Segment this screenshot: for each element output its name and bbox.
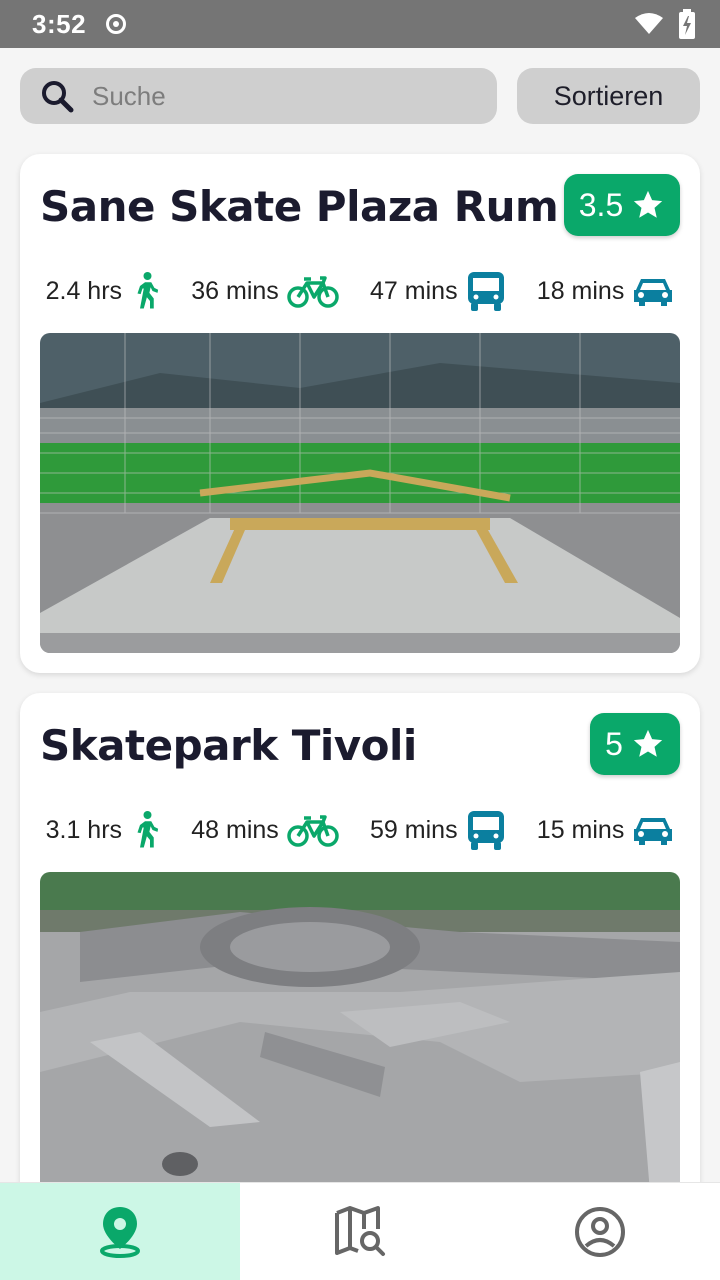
bike-icon: [287, 276, 339, 308]
car-time: 15 mins: [537, 814, 675, 846]
status-time: 3:52: [32, 8, 87, 39]
search-icon: [42, 81, 74, 113]
bike-time: 36 mins: [191, 273, 339, 309]
rating-value: 5: [605, 725, 623, 762]
nav-item-locations[interactable]: [0, 1183, 240, 1280]
park-title: Sane Skate Plaza Rum: [40, 182, 559, 231]
bus-time-label: 59 mins: [370, 815, 458, 844]
walk-icon: [137, 272, 159, 309]
bottom-navigation: [0, 1182, 720, 1280]
rating-badge: 3.5: [564, 174, 680, 236]
car-icon: [634, 279, 673, 306]
status-bar: 3:52: [0, 0, 720, 48]
skatepark-photo-illustration: [40, 333, 680, 653]
travel-times: 3.1 hrs 48 mins 59 mins 15 mins: [20, 805, 700, 855]
bus-time: 59 mins: [370, 809, 506, 851]
location-pin-icon: [100, 1206, 140, 1258]
park-title: Skatepark Tivoli: [40, 721, 417, 770]
bike-icon: [287, 815, 339, 847]
travel-times: 2.4 hrs 36 mins 47 mins 18 mins: [20, 266, 700, 316]
car-time-label: 18 mins: [536, 276, 625, 305]
car-time-label: 15 mins: [536, 815, 625, 844]
star-icon: [633, 729, 663, 757]
sort-button[interactable]: Sortieren: [517, 68, 700, 124]
walk-time-label: 3.1 hrs: [45, 815, 123, 844]
bike-time-label: 36 mins: [191, 276, 279, 305]
bus-icon: [467, 811, 504, 850]
nav-item-map[interactable]: [240, 1183, 480, 1280]
walk-icon: [137, 811, 159, 848]
wifi-icon: [635, 13, 663, 34]
car-icon: [634, 818, 673, 845]
map-search-icon: [335, 1205, 385, 1256]
search-placeholder: Suche: [92, 80, 166, 111]
park-photo[interactable]: [40, 333, 680, 653]
star-icon: [634, 190, 663, 218]
park-card[interactable]: Sane Skate Plaza Rum 3.5 2.4 hrs 36 mins…: [20, 154, 700, 673]
battery-icon: [679, 9, 695, 39]
rating-value: 3.5: [578, 186, 624, 223]
bus-icon: [467, 272, 504, 311]
walk-time: 2.4 hrs: [46, 271, 160, 311]
nav-item-profile[interactable]: [480, 1183, 720, 1280]
walk-time: 3.1 hrs: [46, 810, 160, 850]
bike-time-label: 48 mins: [191, 815, 279, 844]
bike-time: 48 mins: [191, 812, 339, 848]
walk-time-label: 2.4 hrs: [45, 276, 123, 305]
record-icon: [106, 14, 127, 34]
rating-badge: 5: [590, 713, 680, 775]
account-icon: [575, 1206, 625, 1257]
search-input[interactable]: Suche: [20, 68, 497, 124]
bus-time-label: 47 mins: [370, 276, 458, 305]
car-time: 18 mins: [537, 275, 675, 307]
park-card[interactable]: Skatepark Tivoli 5 3.1 hrs 48 mins 59 mi…: [20, 693, 700, 1253]
bus-time: 47 mins: [370, 270, 506, 312]
